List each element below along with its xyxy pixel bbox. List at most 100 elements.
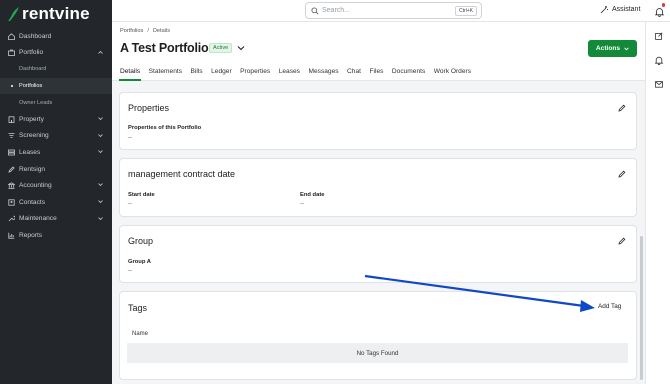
pen-icon xyxy=(8,165,15,173)
sidebar-nav: Dashboard Portfolio Dashboard Portfolios… xyxy=(0,28,112,244)
sidebar-item-label: Contacts xyxy=(19,198,46,206)
tab-leases[interactable]: Leases xyxy=(279,68,300,81)
contract-date-card: management contract date Start date -- E… xyxy=(119,158,637,217)
tab-messages[interactable]: Messages xyxy=(308,68,338,81)
card-title: Tags xyxy=(128,303,148,313)
field-value: -- xyxy=(128,268,132,274)
sidebar-subitem-portfolios[interactable]: Portfolios xyxy=(0,77,112,95)
sparkle-icon xyxy=(600,6,608,14)
sidebar-item-label: Portfolio xyxy=(19,49,44,57)
stack-icon xyxy=(8,149,15,156)
bank-icon xyxy=(6,182,17,189)
mail-icon[interactable] xyxy=(655,81,663,88)
sidebar-item-property[interactable]: Property xyxy=(0,111,112,128)
tab-bills[interactable]: Bills xyxy=(191,68,203,81)
sidebar-item-leases[interactable]: Leases xyxy=(0,144,112,161)
chevron-down-icon[interactable] xyxy=(237,45,245,51)
chevron-down-icon xyxy=(98,200,103,204)
breadcrumb: Portfolios / Details xyxy=(120,28,174,34)
notifications-button[interactable] xyxy=(654,3,665,22)
sidebar-item-screening[interactable]: Screening xyxy=(0,128,112,145)
add-tag-button[interactable]: Add Tag xyxy=(598,303,621,310)
sidebar-item-portfolio[interactable]: Portfolio xyxy=(0,45,112,62)
field-value: -- xyxy=(128,135,132,141)
chart-icon xyxy=(8,232,15,239)
search-box[interactable]: Search... Ctrl+K xyxy=(305,2,482,19)
breadcrumb-separator: / xyxy=(147,28,149,34)
assistant-button[interactable]: Assistant xyxy=(600,5,640,14)
pencil-icon[interactable] xyxy=(618,104,626,112)
wrench-icon xyxy=(8,215,16,222)
card-title: Properties xyxy=(128,103,170,113)
right-rail xyxy=(645,22,670,384)
sidebar-item-label: Leases xyxy=(19,148,41,156)
brand-name: rentvine xyxy=(22,4,90,23)
page-header: Portfolios / Details A Test Portfolio Ac… xyxy=(112,22,645,81)
sidebar-item-reports[interactable]: Reports xyxy=(0,227,112,244)
sidebar-item-maintenance[interactable]: Maintenance xyxy=(0,211,112,228)
column-header-name: Name xyxy=(132,331,149,337)
properties-card: Properties Properties of this Portfolio … xyxy=(119,92,637,150)
search-icon xyxy=(311,7,319,15)
sidebar-item-accounting[interactable]: Accounting xyxy=(0,177,112,194)
tab-chat[interactable]: Chat xyxy=(347,68,361,81)
bell-icon[interactable] xyxy=(655,56,663,65)
assistant-label: Assistant xyxy=(612,6,641,13)
content-scrollbar[interactable] xyxy=(640,236,643,380)
tab-details[interactable]: Details xyxy=(118,68,142,81)
chevron-down-icon xyxy=(98,216,103,220)
sidebar-subitem-owner-leads[interactable]: Owner Leads xyxy=(0,94,112,111)
building-icon xyxy=(8,116,15,123)
start-date-value: -- xyxy=(128,201,132,207)
card-title: Group xyxy=(128,236,154,246)
bell-icon xyxy=(654,8,665,17)
chevron-down-icon xyxy=(98,133,103,137)
brand-logo[interactable]: rentvine xyxy=(8,4,90,24)
briefcase-icon xyxy=(8,49,15,57)
sidebar-item-label: Maintenance xyxy=(19,215,57,223)
sidebar-item-label: Dashboard xyxy=(19,32,52,40)
end-date-label: End date xyxy=(300,192,325,198)
pencil-icon[interactable] xyxy=(618,170,626,178)
tags-card: Tags Add Tag Name No Tags Found xyxy=(119,291,637,380)
active-dot-icon xyxy=(11,85,14,88)
compose-icon[interactable] xyxy=(655,32,663,40)
empty-state-row: No Tags Found xyxy=(127,343,628,363)
sidebar-item-rentsign[interactable]: Rentsign xyxy=(0,161,112,178)
field-label: Properties of this Portfolio xyxy=(128,125,202,131)
contacts-icon xyxy=(8,199,15,206)
breadcrumb-details: Details xyxy=(152,28,170,34)
tab-properties[interactable]: Properties xyxy=(240,68,270,81)
tab-work-orders[interactable]: Work Orders xyxy=(434,68,471,81)
sidebar-item-label: Rentsign xyxy=(19,165,46,173)
pencil-icon[interactable] xyxy=(618,237,626,245)
card-title: management contract date xyxy=(128,169,236,179)
chevron-up-icon xyxy=(98,50,103,54)
sidebar: rentvine Dashboard Portfolio Dashboard P… xyxy=(0,0,112,384)
details-content: Properties Properties of this Portfolio … xyxy=(112,82,645,384)
field-label: Group A xyxy=(128,259,151,265)
search-placeholder: Search... xyxy=(322,7,351,14)
notification-badge xyxy=(661,3,665,7)
top-bar: Search... Ctrl+K Assistant xyxy=(112,0,670,22)
chevron-down-icon xyxy=(624,46,629,50)
tab-documents[interactable]: Documents xyxy=(392,68,425,81)
sidebar-item-label: Property xyxy=(19,115,44,123)
sidebar-subitem-dashboard[interactable]: Dashboard xyxy=(0,61,112,78)
filter-icon xyxy=(8,132,15,139)
tab-statements[interactable]: Statements xyxy=(149,68,182,81)
sidebar-item-contacts[interactable]: Contacts xyxy=(0,194,112,211)
sidebar-item-dashboard[interactable]: Dashboard xyxy=(0,28,112,45)
breadcrumb-portfolios[interactable]: Portfolios xyxy=(120,28,143,34)
sidebar-item-label: Dashboard xyxy=(19,66,47,73)
page-title: A Test Portfolio xyxy=(120,41,209,55)
sidebar-item-label: Screening xyxy=(19,132,49,140)
home-icon xyxy=(8,33,15,40)
chevron-down-icon xyxy=(98,150,103,154)
sidebar-item-label: Portfolios xyxy=(19,83,43,90)
actions-button[interactable]: Actions xyxy=(588,40,637,57)
status-badge: Active xyxy=(209,43,233,53)
tab-files[interactable]: Files xyxy=(369,68,383,81)
sidebar-item-label: Accounting xyxy=(19,182,52,190)
tab-ledger[interactable]: Ledger xyxy=(211,68,232,81)
